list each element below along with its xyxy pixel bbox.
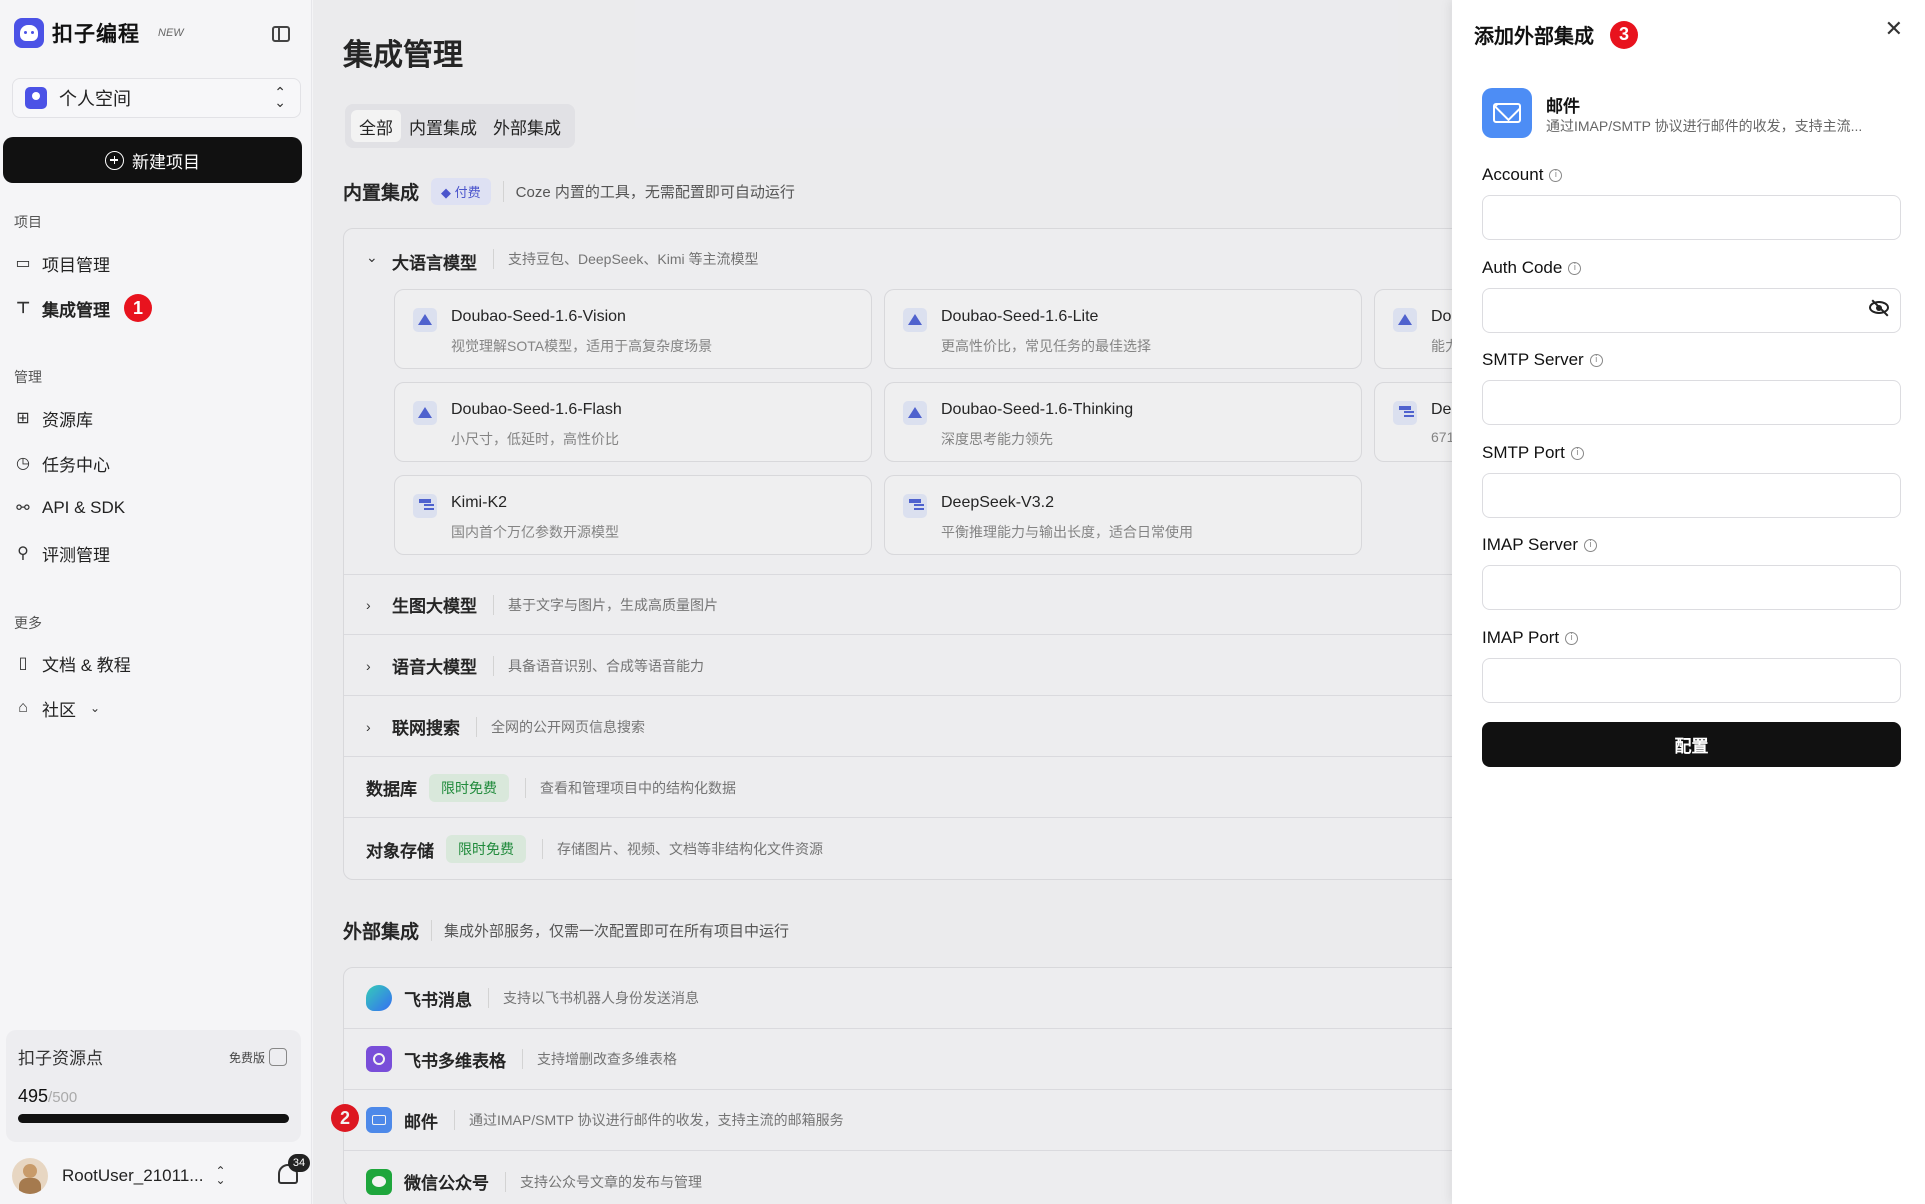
info-icon[interactable]: i xyxy=(1568,261,1582,275)
info-icon[interactable]: i xyxy=(1570,446,1584,460)
section-label-more: 更多 xyxy=(14,615,42,631)
integration-icon: ⊤ xyxy=(15,300,31,317)
field-label-text: SMTP Server xyxy=(1482,350,1584,369)
sidebar-item-label: 项目管理 xyxy=(42,255,110,275)
annotation-badge-1: 1 xyxy=(124,294,152,322)
plan-label: 免费版 xyxy=(228,1050,265,1065)
sidebar-item-label: 文档 & 教程 xyxy=(42,655,131,675)
sidebar-item-label: 评测管理 xyxy=(42,545,110,565)
avatar xyxy=(12,1158,48,1194)
resource-points-card: 扣子资源点 免费版 495/500 xyxy=(6,1030,301,1142)
sidebar-item-projects[interactable]: ▭ 项目管理 xyxy=(12,245,302,281)
plan-tag[interactable]: 免费版 xyxy=(229,1048,287,1066)
resource-points-count: 495/500 xyxy=(18,1086,77,1107)
account-label: Account i xyxy=(1482,165,1563,185)
smtp-port-input[interactable] xyxy=(1482,473,1901,518)
smtp-server-input[interactable] xyxy=(1482,380,1901,425)
resource-points-total: /500 xyxy=(48,1089,78,1106)
account-input[interactable] xyxy=(1482,195,1901,240)
sidebar-item-api-sdk[interactable]: ⚯ API & SDK xyxy=(12,490,302,526)
field-label-text: IMAP Server xyxy=(1482,535,1579,554)
notification-count: 34 xyxy=(288,1154,310,1172)
brand-logo-icon xyxy=(14,18,44,48)
annotation-badge-3: 3 xyxy=(1610,20,1638,49)
imap-port-input[interactable] xyxy=(1482,658,1901,703)
modal-overlay[interactable] xyxy=(313,0,1453,1204)
sidebar-item-resources[interactable]: ⊞ 资源库 xyxy=(12,400,302,436)
brand-name: 扣子编程 xyxy=(52,23,140,46)
user-menu[interactable]: RootUser_21011... ⌃ ⌄ 34 xyxy=(12,1154,310,1194)
sidebar: 扣子编程 NEW 个人空间 ⌃ ⌄ 新建项目 项目 ▭ 项目管理 ⊤ 集成管理 1… xyxy=(0,0,312,1204)
field-label-text: IMAP Port xyxy=(1482,628,1560,647)
configure-button[interactable]: 配置 xyxy=(1482,722,1901,767)
info-icon[interactable]: i xyxy=(1589,353,1603,367)
sidebar-item-label: 任务中心 xyxy=(42,455,110,475)
info-icon[interactable]: i xyxy=(1565,631,1579,645)
sidebar-item-label: 资源库 xyxy=(42,410,93,430)
user-name: RootUser_21011... xyxy=(62,1166,204,1185)
service-card: 邮件 通过IMAP/SMTP 协议进行邮件的收发，支持主流... xyxy=(1482,88,1902,138)
resource-points-progress xyxy=(18,1114,289,1123)
resource-points-used: 495 xyxy=(18,1086,49,1106)
mail-icon xyxy=(1482,88,1532,138)
brand-new-tag: NEW xyxy=(158,27,184,39)
new-project-button[interactable]: 新建项目 xyxy=(3,137,302,183)
workspace-switcher[interactable]: 个人空间 ⌃ ⌄ xyxy=(12,78,301,118)
smtp-server-label: SMTP Server i xyxy=(1482,350,1603,370)
sidebar-item-docs[interactable]: ▯ 文档 & 教程 xyxy=(12,645,302,681)
plus-circle-icon xyxy=(105,150,124,170)
folder-icon: ▭ xyxy=(15,255,31,272)
sidebar-item-label: API & SDK xyxy=(42,498,126,517)
book-icon: ▯ xyxy=(18,655,28,672)
telescope-icon: ⚲ xyxy=(17,545,29,562)
field-label-text: Account xyxy=(1482,165,1544,184)
new-project-label: 新建项目 xyxy=(132,152,200,172)
chevron-updown-icon: ⌃ ⌄ xyxy=(215,1164,226,1187)
service-desc: 通过IMAP/SMTP 协议进行邮件的收发，支持主流... xyxy=(1546,118,1863,134)
drawer-title: 添加外部集成 3 xyxy=(1474,20,1638,49)
smtp-port-label: SMTP Port i xyxy=(1482,443,1584,463)
chevron-updown-icon: ⌃ ⌄ xyxy=(274,84,286,110)
sidebar-item-label: 社区 xyxy=(42,700,76,720)
workspace-label: 个人空间 xyxy=(59,89,131,109)
field-label-text: SMTP Port xyxy=(1482,443,1565,462)
field-label-text: Auth Code xyxy=(1482,258,1563,277)
section-label-manage: 管理 xyxy=(14,369,42,385)
brand[interactable]: 扣子编程 NEW xyxy=(14,18,184,48)
sidebar-item-community[interactable]: ⌂ 社区 ⌄ xyxy=(12,690,302,726)
resource-icon: ⊞ xyxy=(16,410,30,427)
info-icon[interactable]: i xyxy=(1584,538,1598,552)
sidebar-item-evaluation[interactable]: ⚲ 评测管理 xyxy=(12,535,302,571)
service-name: 邮件 xyxy=(1546,97,1580,116)
eye-off-icon[interactable] xyxy=(1869,299,1891,317)
imap-port-label: IMAP Port i xyxy=(1482,628,1579,648)
imap-server-label: IMAP Server i xyxy=(1482,535,1598,555)
auth-code-input[interactable] xyxy=(1482,288,1901,333)
clock-icon: ◷ xyxy=(16,455,30,472)
shield-icon xyxy=(269,1048,287,1066)
sidebar-item-label: 集成管理 xyxy=(42,300,110,320)
close-icon[interactable]: ✕ xyxy=(1885,16,1903,42)
sidebar-item-integrations[interactable]: ⊤ 集成管理 1 xyxy=(12,290,302,326)
sidebar-collapse-icon[interactable] xyxy=(272,26,290,42)
info-icon[interactable]: i xyxy=(1549,168,1563,182)
auth-code-label: Auth Code i xyxy=(1482,258,1582,278)
store-icon: ⌂ xyxy=(18,699,28,716)
api-icon: ⚯ xyxy=(16,500,30,517)
section-label-project: 项目 xyxy=(14,214,42,230)
sidebar-item-tasks[interactable]: ◷ 任务中心 xyxy=(12,445,302,481)
drawer-title-text: 添加外部集成 xyxy=(1474,26,1594,48)
user-icon xyxy=(25,87,47,109)
imap-server-input[interactable] xyxy=(1482,565,1901,610)
add-external-integration-drawer: 添加外部集成 3 ✕ 邮件 通过IMAP/SMTP 协议进行邮件的收发，支持主流… xyxy=(1452,0,1925,1204)
chevron-down-icon: ⌄ xyxy=(89,701,101,715)
